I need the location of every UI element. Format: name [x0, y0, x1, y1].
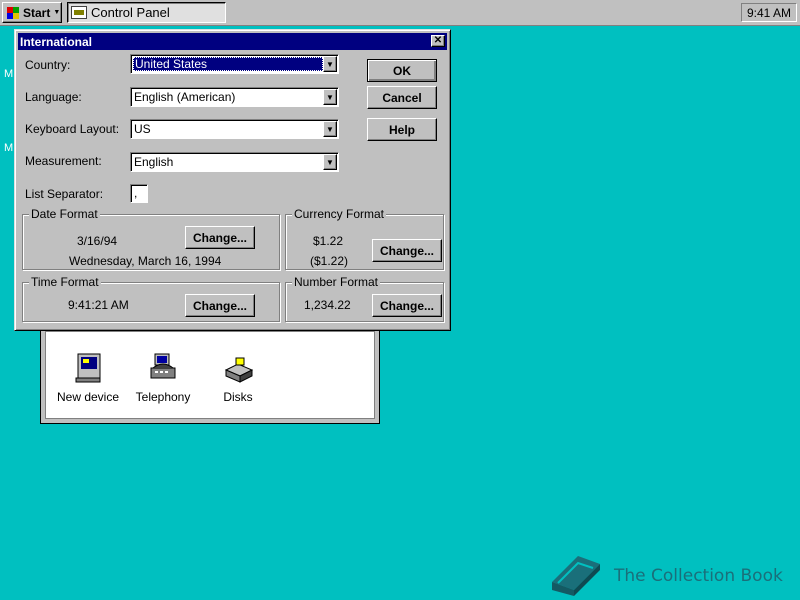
chevron-down-icon[interactable]: ▼ — [323, 121, 337, 137]
control-panel-icon — [71, 6, 87, 19]
language-value: English (American) — [134, 90, 236, 104]
start-label: Start — [23, 5, 51, 20]
taskbar-item-control-panel[interactable]: Control Panel — [67, 2, 226, 23]
ok-button[interactable]: OK — [367, 59, 437, 82]
measurement-label: Measurement: — [25, 154, 102, 168]
control-panel-item-telephony[interactable]: Telephony — [123, 352, 203, 404]
date-short-sample: 3/16/94 — [77, 234, 118, 248]
close-icon: ✕ — [433, 35, 443, 46]
keyboard-layout-value: US — [134, 122, 151, 136]
watermark: The Collection Book — [548, 552, 783, 599]
control-panel-content: New device Telephony Disks — [45, 331, 375, 419]
currency-negative-sample: ($1.22) — [310, 254, 349, 268]
chevron-down-icon[interactable]: ▼ — [323, 56, 337, 72]
dialog-title: International — [20, 34, 93, 49]
date-format-title: Date Format — [29, 207, 100, 221]
time-format-change-button[interactable]: Change... — [185, 294, 255, 317]
item-label: Telephony — [135, 390, 191, 404]
keyboard-layout-select[interactable]: US ▼ — [130, 119, 339, 139]
control-panel-window: New device Telephony Disks — [40, 320, 380, 424]
time-format-group: Time Format 9:41:21 AM Change... — [22, 275, 280, 322]
taskbar: Start ▼ Control Panel 9:41 AM — [0, 0, 800, 26]
date-long-sample: Wednesday, March 16, 1994 — [69, 254, 222, 268]
book-icon — [548, 552, 602, 599]
number-format-change-button[interactable]: Change... — [372, 294, 442, 317]
watermark-text: The Collection Book — [614, 565, 783, 586]
number-sample: 1,234.22 — [304, 298, 351, 312]
currency-positive-sample: $1.22 — [313, 234, 344, 248]
list-separator-input[interactable]: , — [130, 184, 148, 203]
control-panel-item-new-device[interactable]: New device — [48, 352, 128, 404]
measurement-select[interactable]: English ▼ — [130, 152, 339, 172]
language-select[interactable]: English (American) ▼ — [130, 87, 339, 107]
cancel-button[interactable]: Cancel — [367, 86, 437, 109]
country-value: United States — [133, 57, 323, 71]
country-select[interactable]: United States ▼ — [130, 54, 339, 74]
number-format-title: Number Format — [292, 275, 381, 289]
international-dialog: International ✕ Country: United States ▼… — [14, 29, 451, 331]
country-label: Country: — [25, 58, 71, 72]
item-label: Disks — [223, 390, 253, 404]
taskbar-item-label: Control Panel — [91, 5, 170, 20]
list-separator-label: List Separator: — [25, 187, 104, 201]
keyboard-layout-label: Keyboard Layout: — [25, 122, 120, 136]
windows-logo-icon — [6, 6, 20, 20]
number-format-group: Number Format 1,234.22 Change... — [285, 275, 444, 322]
currency-format-change-button[interactable]: Change... — [372, 239, 442, 262]
new-device-icon — [72, 352, 104, 384]
system-tray-clock[interactable]: 9:41 AM — [741, 3, 797, 22]
desktop-icon-fragment[interactable]: M — [4, 142, 13, 154]
time-sample: 9:41:21 AM — [68, 298, 129, 312]
item-label: New device — [56, 390, 120, 404]
time-format-title: Time Format — [29, 275, 101, 289]
chevron-down-icon[interactable]: ▼ — [323, 89, 337, 105]
help-button[interactable]: Help — [367, 118, 437, 141]
control-panel-item-disks[interactable]: Disks — [198, 352, 278, 404]
currency-format-group: Currency Format $1.22 ($1.22) Change... — [285, 207, 444, 270]
measurement-value: English — [134, 155, 174, 169]
dialog-titlebar[interactable]: International ✕ — [18, 33, 447, 50]
close-button[interactable]: ✕ — [431, 35, 445, 47]
telephony-icon — [147, 352, 179, 384]
chevron-down-icon: ▼ — [53, 9, 61, 16]
currency-format-title: Currency Format — [292, 207, 387, 221]
language-label: Language: — [25, 90, 82, 104]
date-format-change-button[interactable]: Change... — [185, 226, 255, 249]
desktop-icon-fragment[interactable]: M — [4, 68, 13, 80]
date-format-group: Date Format 3/16/94 Wednesday, March 16,… — [22, 207, 280, 270]
chevron-down-icon[interactable]: ▼ — [323, 154, 337, 170]
disks-icon — [222, 352, 254, 384]
start-button[interactable]: Start ▼ — [2, 2, 62, 23]
